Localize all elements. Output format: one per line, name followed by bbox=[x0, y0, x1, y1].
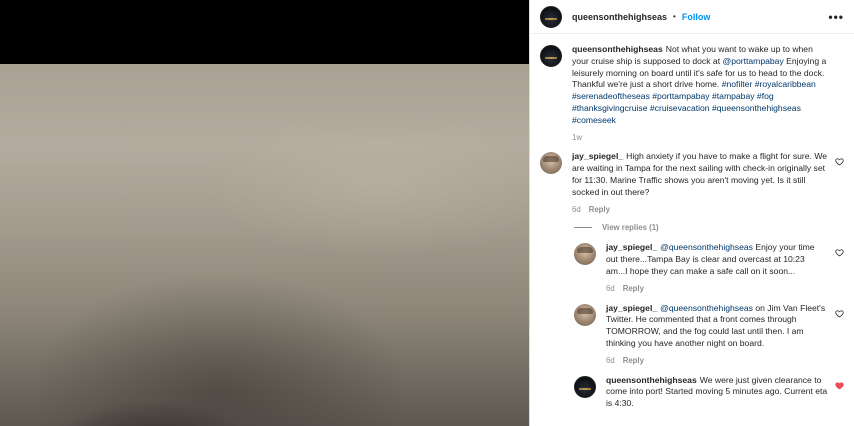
hashtag-link[interactable]: #thanksgivingcruise bbox=[572, 103, 647, 113]
comment: jay_spiegel_ High anxiety if you have to … bbox=[540, 151, 844, 215]
mention-link[interactable]: @queensonthehighseas bbox=[660, 242, 753, 252]
reply: jay_spiegel_ @queensonthehighseas Enjoy y… bbox=[574, 242, 844, 294]
foggy-sea-photo bbox=[0, 64, 529, 426]
reply-button[interactable]: Reply bbox=[589, 205, 610, 214]
heart-filled-icon[interactable] bbox=[835, 381, 844, 390]
hashtag-link[interactable]: #serenadeoftheseas bbox=[572, 91, 650, 101]
post-media[interactable] bbox=[0, 0, 529, 426]
separator-dot: • bbox=[673, 12, 676, 21]
more-options-icon[interactable]: ••• bbox=[828, 10, 844, 24]
hashtag-link[interactable]: #comeseek bbox=[572, 115, 616, 125]
hashtag-link[interactable]: #cruisevacation bbox=[650, 103, 710, 113]
comment-thread: queensonthehighseas Not what you want to … bbox=[530, 34, 854, 410]
heart-icon[interactable] bbox=[835, 157, 844, 166]
reply-time[interactable]: 6d bbox=[606, 356, 615, 365]
comment-time[interactable]: 6d bbox=[572, 205, 581, 214]
comment-username[interactable]: jay_spiegel_ bbox=[572, 151, 623, 161]
follow-button[interactable]: Follow bbox=[682, 12, 711, 22]
avatar[interactable] bbox=[574, 303, 596, 326]
reply-button[interactable]: Reply bbox=[623, 356, 644, 365]
post-header: queensonthehighseas • Follow ••• bbox=[530, 0, 854, 34]
reply: jay_spiegel_ @queensonthehighseas on Jim … bbox=[574, 303, 844, 367]
avatar[interactable] bbox=[574, 243, 596, 266]
caption-text: Not what you want to wake up to when you… bbox=[572, 44, 826, 125]
caption-username[interactable]: queensonthehighseas bbox=[572, 44, 663, 54]
reply: queensonthehighseas We were just given cl… bbox=[574, 375, 844, 410]
avatar[interactable] bbox=[540, 5, 562, 28]
hashtag-link[interactable]: #tampabay bbox=[712, 91, 755, 101]
reply-username[interactable]: jay_spiegel_ bbox=[606, 242, 657, 252]
reply-button[interactable]: Reply bbox=[623, 284, 644, 293]
post-caption: queensonthehighseas Not what you want to … bbox=[540, 44, 844, 143]
mention-link[interactable]: @queensonthehighseas bbox=[660, 303, 753, 313]
hashtag-link[interactable]: #queensonthehighseas bbox=[712, 103, 801, 113]
hashtag-link[interactable]: #porttampabay bbox=[652, 91, 709, 101]
view-replies-label: View replies (1) bbox=[602, 223, 659, 233]
avatar[interactable] bbox=[574, 375, 596, 398]
hashtag-link[interactable]: #royalcaribbean bbox=[755, 79, 816, 89]
avatar[interactable] bbox=[540, 152, 562, 175]
reply-username[interactable]: queensonthehighseas bbox=[606, 375, 697, 385]
hashtag-link[interactable]: #fog bbox=[757, 91, 774, 101]
caption-time[interactable]: 1w bbox=[572, 133, 582, 142]
avatar[interactable] bbox=[540, 45, 562, 67]
reply-username[interactable]: jay_spiegel_ bbox=[606, 303, 657, 313]
reply-time[interactable]: 6d bbox=[606, 284, 615, 293]
divider-line bbox=[574, 227, 592, 229]
replies-list: jay_spiegel_ @queensonthehighseas Enjoy y… bbox=[540, 242, 844, 410]
comments-panel: queensonthehighseas • Follow ••• queenso… bbox=[529, 0, 854, 426]
post-author-username[interactable]: queensonthehighseas bbox=[572, 12, 667, 22]
heart-icon[interactable] bbox=[835, 248, 844, 257]
view-replies-button[interactable]: View replies (1) bbox=[574, 223, 844, 232]
hashtag-link[interactable]: #nofilter bbox=[722, 79, 753, 89]
mention-link[interactable]: @porttampabay bbox=[722, 56, 783, 66]
heart-icon[interactable] bbox=[835, 309, 844, 318]
instagram-post-view: queensonthehighseas • Follow ••• queenso… bbox=[0, 0, 854, 426]
